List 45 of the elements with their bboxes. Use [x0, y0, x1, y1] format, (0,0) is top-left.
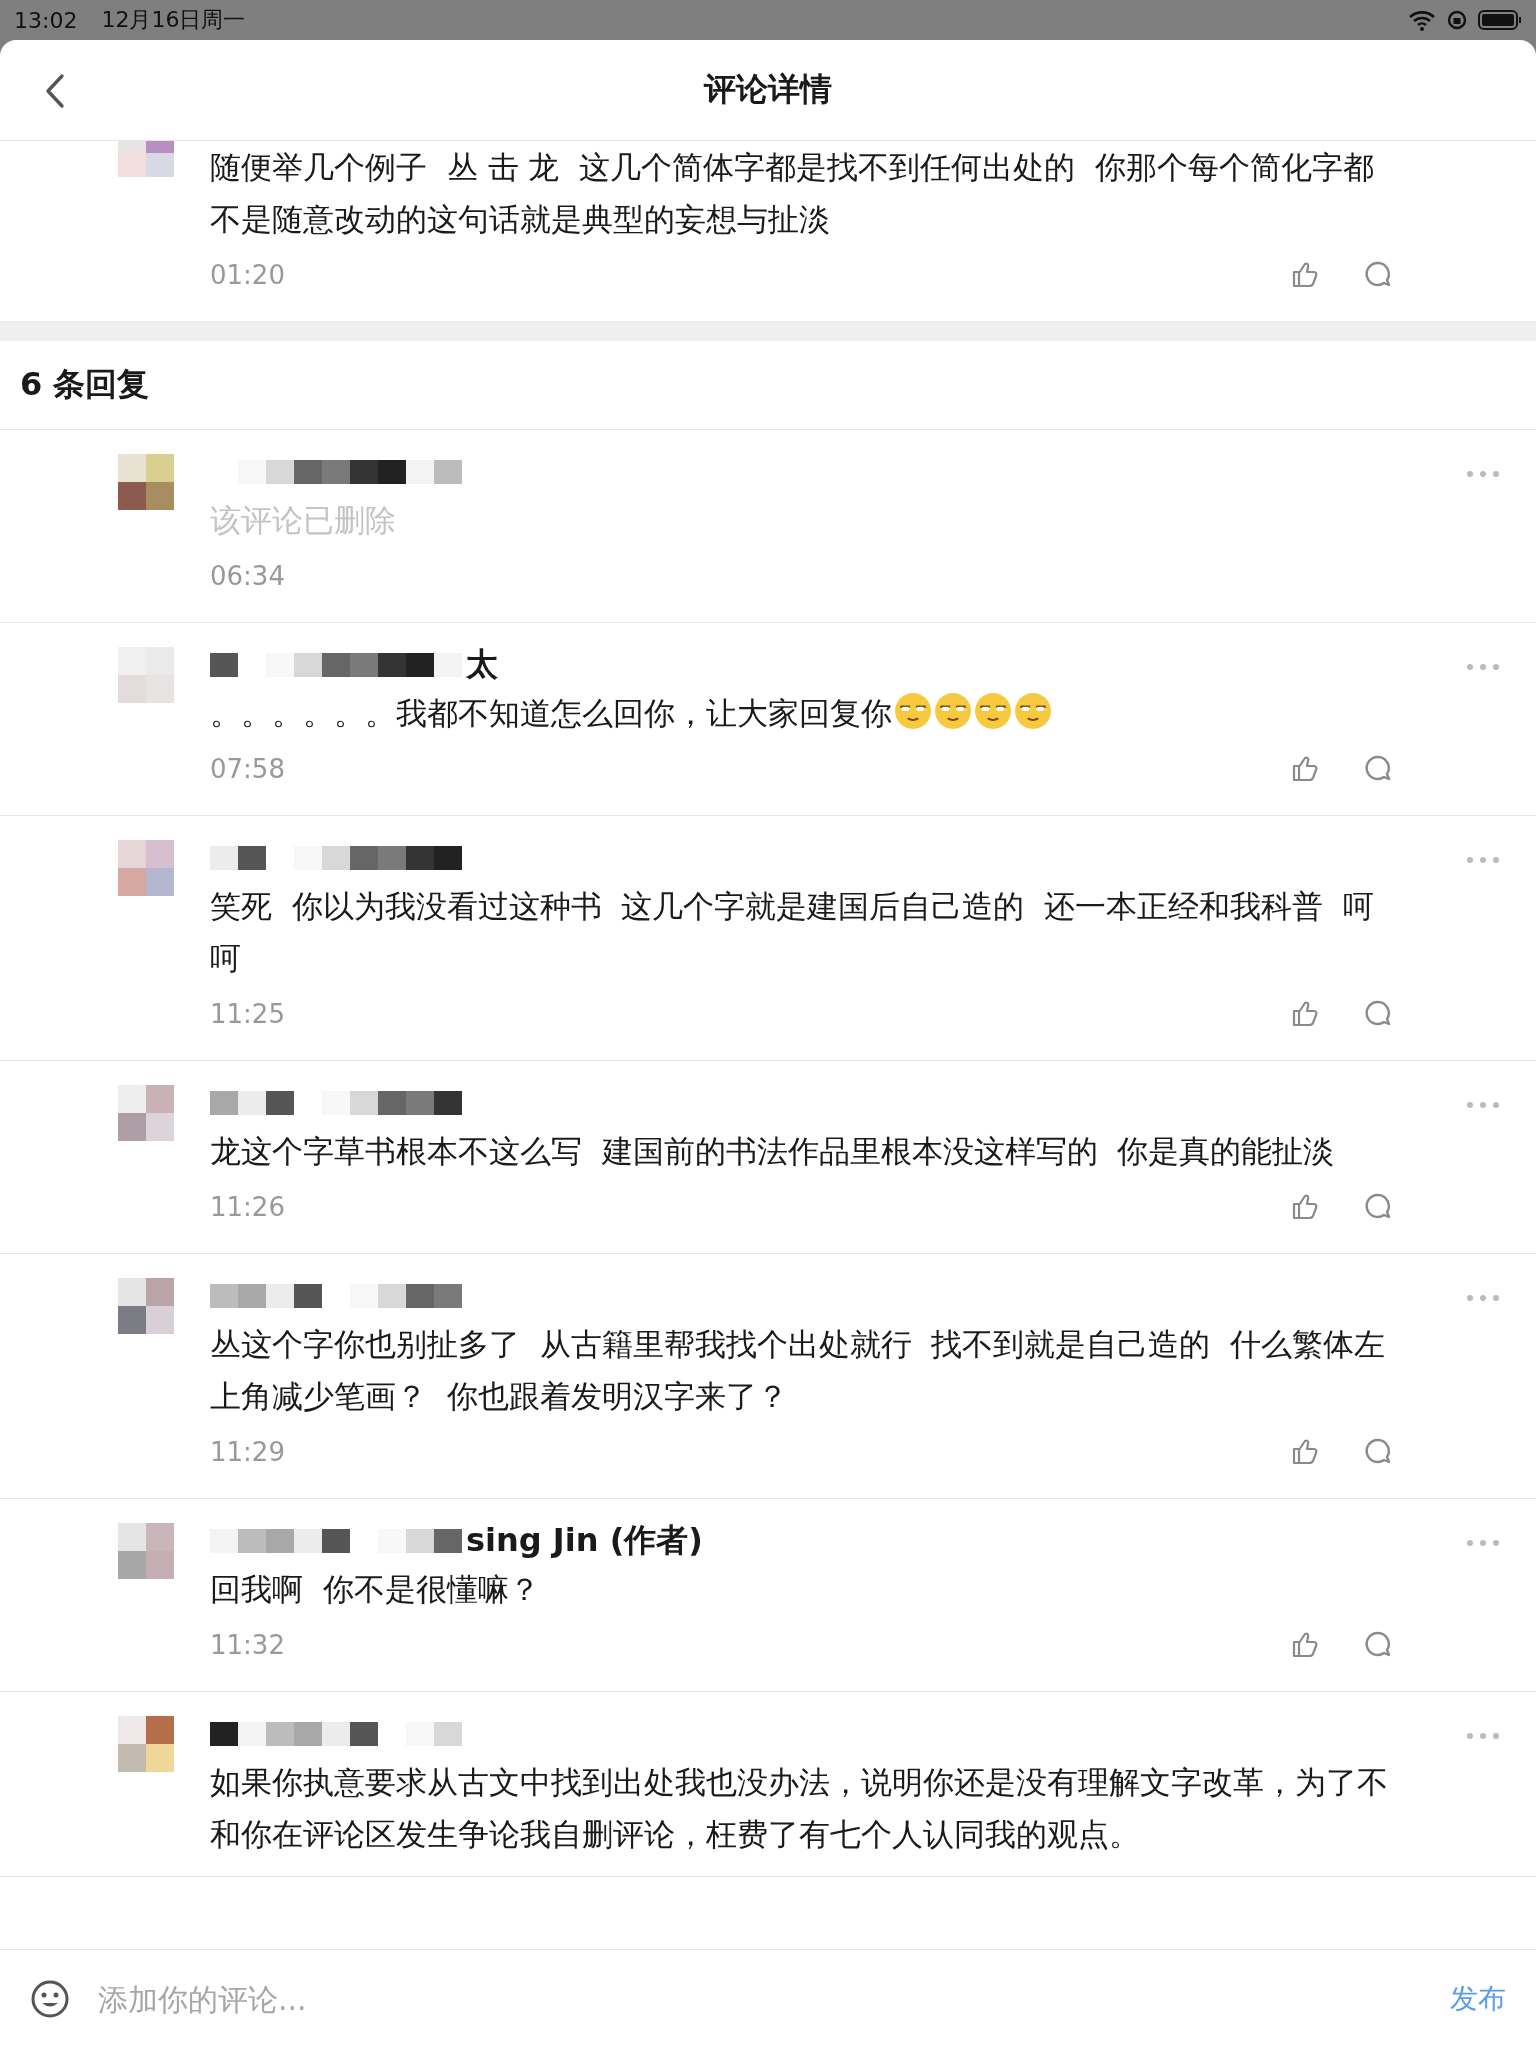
reply-time: 07:58	[210, 754, 285, 784]
author-name: sing Jin (作者)	[466, 1520, 703, 1561]
comment-time: 01:20	[210, 260, 285, 290]
emoji-icon	[894, 692, 932, 730]
more-icon[interactable]	[1466, 1294, 1500, 1302]
battery-icon	[1478, 9, 1522, 31]
more-icon[interactable]	[1466, 1101, 1500, 1109]
more-icon[interactable]	[1466, 663, 1500, 671]
clock-time: 13:02	[14, 7, 78, 33]
more-icon[interactable]	[1466, 1732, 1500, 1740]
status-date: 12月16日周一	[101, 6, 246, 34]
reply-text: 龙这个字草书根本不这么写 建国前的书法作品里根本没这样写的 你是真的能扯淡	[210, 1132, 1336, 1171]
reply-time: 06:34	[210, 561, 285, 591]
rotation-lock-icon	[1446, 9, 1468, 31]
author-name: 太	[466, 644, 498, 685]
reply-text: 。。。。。。我都不知道怎么回你，让大家回复你	[210, 687, 1400, 739]
pixelated-avatar	[118, 1085, 174, 1141]
deleted-notice: 该评论已删除	[210, 501, 397, 540]
more-icon[interactable]	[1466, 470, 1500, 478]
emoji-icon	[1014, 692, 1052, 730]
reply-count: 6 条回复	[0, 341, 1536, 430]
pixelated-avatar	[118, 454, 174, 510]
reply-time: 11:25	[210, 999, 285, 1029]
pixelated-avatar	[118, 647, 174, 703]
comment-input[interactable]: 添加你的评论...	[96, 1980, 1424, 2018]
more-icon[interactable]	[1466, 856, 1500, 864]
pixelated-avatar	[118, 840, 174, 896]
pixelated-avatar	[118, 1523, 174, 1579]
reply-text: 笑死 你以为我没看过这种书 这几个字就是建国后自己造的 还一本正经和我科普 呵呵	[210, 887, 1375, 978]
reply-time: 11:29	[210, 1437, 285, 1467]
comment-text: 随便举几个例子 丛 击 龙 这几个简体字都是找不到任何出处的 你那个每个简化字都不是随意改动的这句话就是典型的妄想与扯淡	[210, 148, 1375, 239]
emoji-button-icon[interactable]	[30, 1979, 70, 2019]
reply-text: 回我啊 你不是很懂嘛？	[210, 1570, 541, 1609]
emoji-icon	[974, 692, 1012, 730]
publish-button[interactable]: 发布	[1450, 1970, 1506, 2028]
reply-time: 11:32	[210, 1630, 285, 1660]
page-title: 评论详情	[704, 69, 832, 110]
reply-text: 如果你执意要求从古文中找到出处我也没办法，说明你还是没有理解文字改革，为了不和你在评论区发生争论我自删评论，枉费了有七个人认同我的观点。	[210, 1763, 1389, 1854]
pixelated-avatar	[118, 1278, 174, 1334]
emoji-icon	[934, 692, 972, 730]
more-icon[interactable]	[1466, 1539, 1500, 1547]
wifi-icon	[1408, 8, 1436, 32]
pixelated-avatar	[118, 1716, 174, 1772]
reply-time: 11:26	[210, 1192, 285, 1222]
reply-text: 丛这个字你也别扯多了 从古籍里帮我找个出处就行 找不到就是自己造的 什么繁体左上角减少笔画？ 你也跟着发明汉字来了？	[210, 1325, 1387, 1416]
